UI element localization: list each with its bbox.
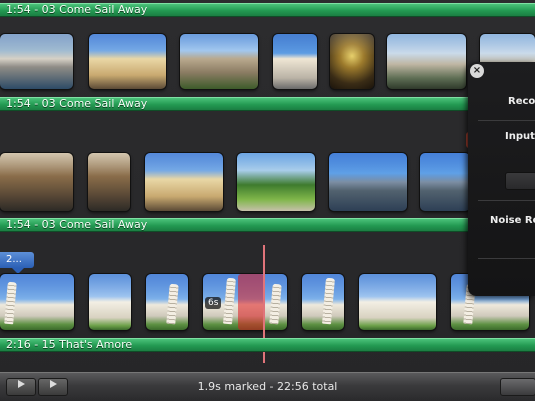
video-clip[interactable] (0, 274, 74, 330)
video-clip[interactable] (146, 274, 188, 330)
selection-highlight (238, 274, 264, 330)
video-clip[interactable] (145, 153, 223, 211)
video-clip[interactable] (329, 153, 407, 211)
input-source-button[interactable] (505, 172, 535, 190)
music-track-label: 1:54 - 03 Come Sail Away (6, 3, 148, 16)
record-label: Recor (508, 96, 535, 107)
divider (478, 120, 535, 121)
music-track[interactable]: 1:54 - 03 Come Sail Away (0, 218, 535, 232)
video-clip[interactable] (89, 274, 131, 330)
video-clip[interactable] (359, 274, 436, 330)
status-text: 1.9s marked - 22:56 total (197, 380, 338, 393)
tower-shape (322, 277, 335, 325)
video-clip[interactable] (0, 153, 73, 211)
video-clip[interactable] (330, 34, 374, 89)
noise-reduction-label: Noise Re (490, 215, 535, 226)
project-timeline: 1:54 - 03 Come Sail Away 1:54 - 03 Come … (0, 0, 535, 401)
music-track-label: 2:16 - 15 That's Amore (6, 338, 133, 351)
input-label: Input (505, 131, 535, 142)
music-track[interactable]: 1:54 - 03 Come Sail Away (0, 97, 535, 111)
video-clip[interactable] (237, 153, 315, 211)
zoom-slider[interactable] (500, 378, 535, 396)
video-clip[interactable] (387, 34, 466, 89)
music-track-label: 1:54 - 03 Come Sail Away (6, 218, 148, 231)
video-clip[interactable] (180, 34, 258, 89)
video-clip[interactable] (89, 34, 166, 89)
tower-shape (269, 283, 282, 325)
music-track-label: 1:54 - 03 Come Sail Away (6, 97, 148, 110)
chapter-marker-label: 2... (6, 254, 22, 265)
close-icon[interactable]: × (470, 64, 484, 78)
tower-shape (166, 283, 179, 325)
music-track[interactable]: 1:54 - 03 Come Sail Away (0, 3, 535, 17)
divider (478, 200, 535, 201)
chapter-marker[interactable]: 2... (0, 252, 34, 274)
tower-shape (223, 277, 236, 325)
divider (478, 258, 535, 259)
video-clip[interactable] (302, 274, 344, 330)
tower-shape (4, 281, 17, 325)
video-clip[interactable] (88, 153, 130, 211)
video-clip[interactable] (0, 34, 73, 89)
video-clip[interactable] (273, 34, 317, 89)
video-clip[interactable] (420, 153, 470, 211)
music-track[interactable]: 2:16 - 15 That's Amore (0, 338, 535, 352)
clip-duration-badge: 6s (205, 297, 222, 309)
